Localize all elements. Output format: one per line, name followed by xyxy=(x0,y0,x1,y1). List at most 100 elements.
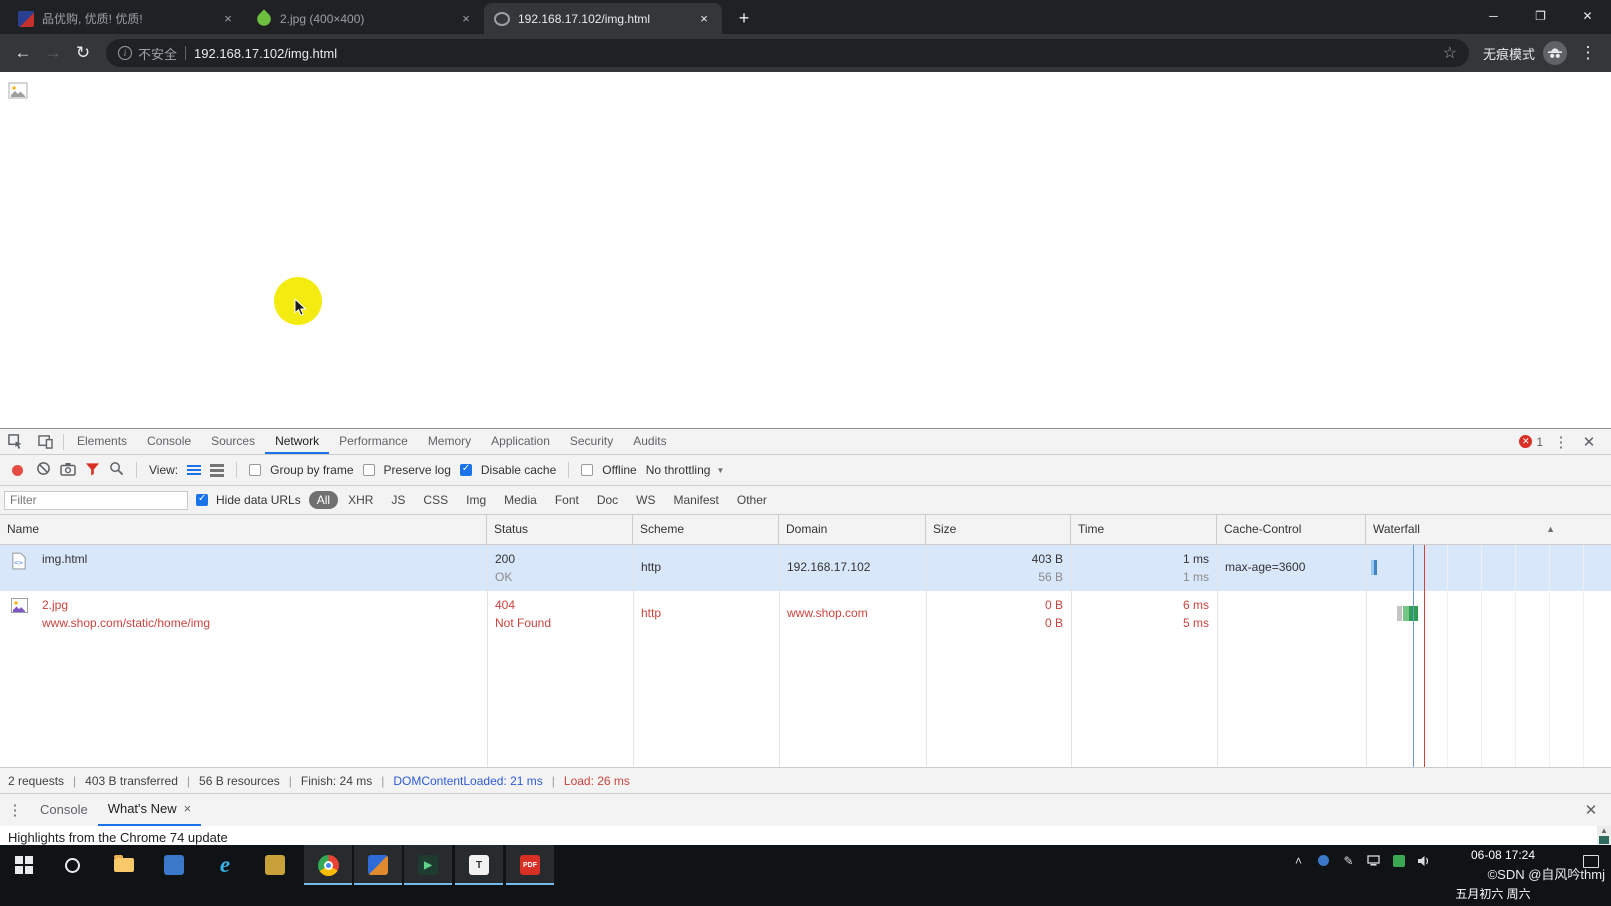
devtools-tab-console[interactable]: Console xyxy=(137,429,201,454)
drawer-scrollbar[interactable]: ▲ xyxy=(1597,826,1611,846)
request-row-imghtml[interactable]: <> img.html 200 OK http 192.168.17.102 4… xyxy=(0,545,1611,591)
disable-cache-checkbox[interactable] xyxy=(460,464,472,476)
security-app-icon[interactable] xyxy=(1391,853,1406,868)
filter-pill-all[interactable]: All xyxy=(309,491,338,509)
column-header-waterfall[interactable]: Waterfall xyxy=(1366,515,1611,544)
scrollbar-thumb[interactable] xyxy=(1599,836,1609,844)
error-count-badge[interactable]: ✕ 1 xyxy=(1519,435,1543,449)
bookmark-star-icon[interactable]: ☆ xyxy=(1443,43,1457,63)
volume-icon[interactable] xyxy=(1416,853,1431,868)
drawer-tab-console[interactable]: Console xyxy=(30,794,98,826)
filter-pill-css[interactable]: CSS xyxy=(415,491,456,509)
maximize-button[interactable]: ❐ xyxy=(1517,0,1564,31)
back-icon[interactable]: ← xyxy=(8,38,38,68)
reload-icon[interactable]: ↻ xyxy=(68,38,98,68)
new-tab-button[interactable]: + xyxy=(730,4,758,32)
taskbar-clock-time[interactable]: 06-08 17:24 xyxy=(1443,848,1563,863)
column-header-name[interactable]: Name xyxy=(0,515,487,544)
tray-app-icon[interactable] xyxy=(1316,853,1331,868)
inspect-element-icon[interactable] xyxy=(0,429,30,454)
ie-browser-button[interactable]: e xyxy=(201,845,249,885)
waterfall-bar[interactable] xyxy=(1403,606,1418,621)
photos-app-button[interactable] xyxy=(150,845,198,885)
tab-close-icon[interactable]: × xyxy=(458,11,474,27)
group-by-frame-label[interactable]: Group by frame xyxy=(270,463,353,477)
close-window-button[interactable]: ✕ xyxy=(1564,0,1611,31)
browser-tab-pinyougou[interactable]: 品优购, 优质! 优质! × xyxy=(8,3,246,34)
search-button[interactable] xyxy=(48,845,96,885)
filter-input[interactable] xyxy=(4,491,188,510)
column-header-domain[interactable]: Domain xyxy=(779,515,926,544)
group-by-frame-checkbox[interactable] xyxy=(249,464,261,476)
filter-pill-manifest[interactable]: Manifest xyxy=(666,491,727,509)
drawer-menu-icon[interactable]: ⋮ xyxy=(0,801,30,819)
waterfall-bar[interactable] xyxy=(1371,560,1377,575)
use-large-rows-icon[interactable] xyxy=(187,465,201,475)
minimize-button[interactable]: ─ xyxy=(1470,0,1517,31)
incognito-icon[interactable] xyxy=(1543,41,1567,65)
search-icon[interactable] xyxy=(109,461,124,479)
browser-tab-image[interactable]: 2.jpg (400×400) × xyxy=(246,3,484,34)
security-label[interactable]: 不安全 xyxy=(138,44,177,63)
taskbar-clock-date[interactable]: 五月初六 周六 xyxy=(1423,885,1563,902)
devtools-tab-memory[interactable]: Memory xyxy=(418,429,481,454)
preserve-log-label[interactable]: Preserve log xyxy=(384,463,451,477)
drawer-close-icon[interactable]: ✕ xyxy=(1571,801,1611,819)
show-overview-icon[interactable] xyxy=(210,464,224,477)
filter-pill-other[interactable]: Other xyxy=(729,491,775,509)
filter-pill-font[interactable]: Font xyxy=(547,491,587,509)
chrome-button[interactable] xyxy=(304,845,352,885)
filter-pill-doc[interactable]: Doc xyxy=(589,491,626,509)
devtools-tab-network[interactable]: Network xyxy=(265,429,329,454)
column-header-cache-control[interactable]: Cache-Control xyxy=(1217,515,1366,544)
devtools-tab-elements[interactable]: Elements xyxy=(67,429,137,454)
devtools-menu-icon[interactable]: ⋮ xyxy=(1551,433,1571,451)
column-header-status[interactable]: Status xyxy=(487,515,633,544)
column-header-size[interactable]: Size xyxy=(926,515,1071,544)
pdf-app-button[interactable]: PDF xyxy=(506,845,554,885)
devtools-tab-performance[interactable]: Performance xyxy=(329,429,418,454)
tab-close-icon[interactable]: × xyxy=(696,11,712,27)
clear-icon[interactable] xyxy=(36,461,51,479)
waterfall-wait-bar[interactable] xyxy=(1397,606,1402,621)
filter-funnel-icon[interactable] xyxy=(85,462,100,479)
devtools-tab-audits[interactable]: Audits xyxy=(623,429,676,454)
hide-data-urls-label[interactable]: Hide data URLs xyxy=(216,493,301,507)
record-icon[interactable] xyxy=(12,465,23,476)
devtools-tab-security[interactable]: Security xyxy=(560,429,623,454)
devtools-tab-sources[interactable]: Sources xyxy=(201,429,265,454)
pen-settings-icon[interactable]: ✎ xyxy=(1341,853,1356,868)
throttling-select[interactable]: No throttling ▼ xyxy=(646,463,725,477)
paint-app-button[interactable] xyxy=(251,845,299,885)
info-icon[interactable]: i xyxy=(118,46,132,60)
filter-pill-ws[interactable]: WS xyxy=(628,491,663,509)
url-text[interactable]: 192.168.17.102/img.html xyxy=(194,46,1443,61)
messenger-app-button[interactable] xyxy=(354,845,402,885)
device-toolbar-icon[interactable] xyxy=(30,429,60,454)
drawer-tab-close-icon[interactable]: × xyxy=(184,793,192,825)
filter-pill-xhr[interactable]: XHR xyxy=(340,491,381,509)
filter-pill-js[interactable]: JS xyxy=(383,491,413,509)
browser-menu-icon[interactable]: ⋮ xyxy=(1573,38,1603,68)
address-bar[interactable]: i 不安全 192.168.17.102/img.html ☆ xyxy=(106,39,1469,67)
devtools-close-icon[interactable]: ✕ xyxy=(1579,433,1599,451)
preserve-log-checkbox[interactable] xyxy=(363,464,375,476)
hide-data-urls-checkbox[interactable] xyxy=(196,494,208,506)
column-header-scheme[interactable]: Scheme xyxy=(633,515,779,544)
action-center-icon[interactable] xyxy=(1583,855,1599,868)
disable-cache-label[interactable]: Disable cache xyxy=(481,463,556,477)
tray-chevron-up-icon[interactable]: ˄ xyxy=(1291,853,1306,868)
devtools-tab-application[interactable]: Application xyxy=(481,429,560,454)
media-app-button[interactable]: ▶ xyxy=(404,845,452,885)
request-row-2jpg[interactable]: 2.jpg www.shop.com/static/home/img 404 N… xyxy=(0,591,1611,637)
column-header-time[interactable]: Time xyxy=(1071,515,1217,544)
offline-checkbox[interactable] xyxy=(581,464,593,476)
sort-ascending-icon[interactable]: ▲ xyxy=(1546,515,1555,544)
offline-label[interactable]: Offline xyxy=(602,463,636,477)
network-icon[interactable] xyxy=(1366,853,1381,868)
tab-close-icon[interactable]: × xyxy=(220,11,236,27)
start-button[interactable] xyxy=(0,845,48,885)
scroll-up-icon[interactable]: ▲ xyxy=(1597,826,1611,836)
filter-pill-img[interactable]: Img xyxy=(458,491,494,509)
drawer-tab-whats-new[interactable]: What's New × xyxy=(98,794,202,826)
